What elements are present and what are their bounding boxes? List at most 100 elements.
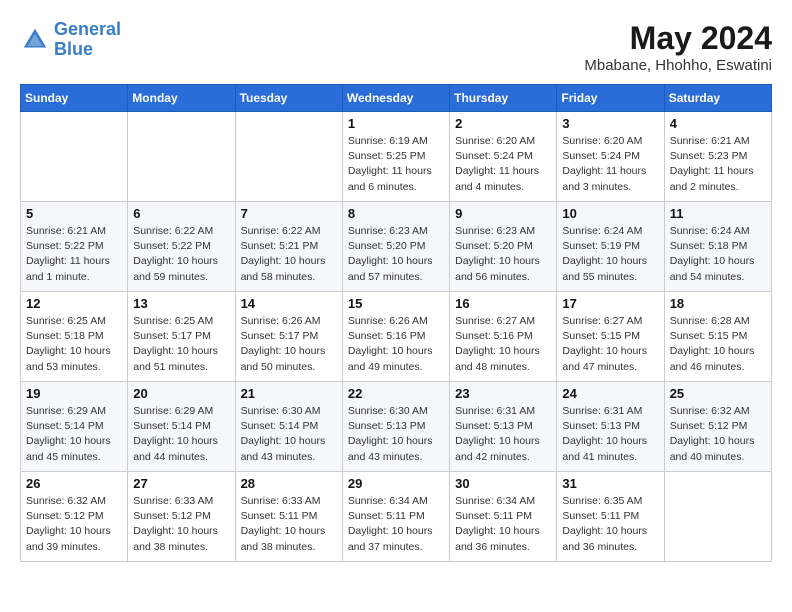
- day-number: 25: [670, 386, 766, 401]
- day-number: 17: [562, 296, 658, 311]
- calendar-cell: 31 Sunrise: 6:35 AM Sunset: 5:11 PM Dayli…: [557, 472, 664, 562]
- day-number: 14: [241, 296, 337, 311]
- day-info: Sunrise: 6:33 AM Sunset: 5:12 PM Dayligh…: [133, 494, 229, 555]
- day-info: Sunrise: 6:20 AM Sunset: 5:24 PM Dayligh…: [562, 134, 658, 195]
- day-number: 18: [670, 296, 766, 311]
- day-number: 24: [562, 386, 658, 401]
- day-info: Sunrise: 6:33 AM Sunset: 5:11 PM Dayligh…: [241, 494, 337, 555]
- calendar-cell: 21 Sunrise: 6:30 AM Sunset: 5:14 PM Dayli…: [235, 382, 342, 472]
- calendar-week-row: 12 Sunrise: 6:25 AM Sunset: 5:18 PM Dayli…: [21, 292, 772, 382]
- calendar-cell: [235, 112, 342, 202]
- day-info: Sunrise: 6:23 AM Sunset: 5:20 PM Dayligh…: [455, 224, 551, 285]
- day-info: Sunrise: 6:25 AM Sunset: 5:18 PM Dayligh…: [26, 314, 122, 375]
- day-number: 19: [26, 386, 122, 401]
- day-info: Sunrise: 6:29 AM Sunset: 5:14 PM Dayligh…: [133, 404, 229, 465]
- day-number: 11: [670, 206, 766, 221]
- day-info: Sunrise: 6:32 AM Sunset: 5:12 PM Dayligh…: [26, 494, 122, 555]
- calendar-cell: 29Sunrise: 6:34 AM Sunset: 5:11 PM Dayli…: [342, 472, 449, 562]
- day-number: 29: [348, 476, 444, 491]
- weekday-header: Monday: [128, 85, 235, 112]
- calendar: SundayMondayTuesdayWednesdayThursdayFrid…: [20, 84, 772, 562]
- day-info: Sunrise: 6:19 AM Sunset: 5:25 PM Dayligh…: [348, 134, 444, 195]
- calendar-cell: 26 Sunrise: 6:32 AM Sunset: 5:12 PM Dayli…: [21, 472, 128, 562]
- location: Mbabane, Hhohho, Eswatini: [584, 57, 772, 74]
- calendar-cell: 19 Sunrise: 6:29 AM Sunset: 5:14 PM Dayli…: [21, 382, 128, 472]
- day-info: Sunrise: 6:30 AM Sunset: 5:14 PM Dayligh…: [241, 404, 337, 465]
- calendar-cell: [664, 472, 771, 562]
- day-info: Sunrise: 6:30 AM Sunset: 5:13 PM Dayligh…: [348, 404, 444, 465]
- day-info: Sunrise: 6:23 AM Sunset: 5:20 PM Dayligh…: [348, 224, 444, 285]
- day-number: 1: [348, 116, 444, 131]
- logo-line1: General: [54, 19, 121, 39]
- day-info: Sunrise: 6:22 AM Sunset: 5:21 PM Dayligh…: [241, 224, 337, 285]
- calendar-cell: 5Sunrise: 6:21 AM Sunset: 5:22 PM Daylig…: [21, 202, 128, 292]
- day-number: 12: [26, 296, 122, 311]
- calendar-cell: 14 Sunrise: 6:26 AM Sunset: 5:17 PM Dayli…: [235, 292, 342, 382]
- day-number: 2: [455, 116, 551, 131]
- weekday-header: Wednesday: [342, 85, 449, 112]
- weekday-header: Sunday: [21, 85, 128, 112]
- calendar-cell: 3Sunrise: 6:20 AM Sunset: 5:24 PM Daylig…: [557, 112, 664, 202]
- day-number: 15: [348, 296, 444, 311]
- day-number: 23: [455, 386, 551, 401]
- calendar-cell: 12 Sunrise: 6:25 AM Sunset: 5:18 PM Dayli…: [21, 292, 128, 382]
- day-info: Sunrise: 6:27 AM Sunset: 5:15 PM Dayligh…: [562, 314, 658, 375]
- calendar-cell: 7 Sunrise: 6:22 AM Sunset: 5:21 PM Daylig…: [235, 202, 342, 292]
- calendar-cell: 24 Sunrise: 6:31 AM Sunset: 5:13 PM Dayli…: [557, 382, 664, 472]
- day-number: 20: [133, 386, 229, 401]
- day-number: 5: [26, 206, 122, 221]
- day-info: Sunrise: 6:22 AM Sunset: 5:22 PM Dayligh…: [133, 224, 229, 285]
- day-number: 13: [133, 296, 229, 311]
- day-info: Sunrise: 6:28 AM Sunset: 5:15 PM Dayligh…: [670, 314, 766, 375]
- day-number: 10: [562, 206, 658, 221]
- calendar-cell: 23 Sunrise: 6:31 AM Sunset: 5:13 PM Dayli…: [450, 382, 557, 472]
- calendar-cell: 28Sunrise: 6:33 AM Sunset: 5:11 PM Dayli…: [235, 472, 342, 562]
- calendar-cell: 9Sunrise: 6:23 AM Sunset: 5:20 PM Daylig…: [450, 202, 557, 292]
- calendar-cell: 22 Sunrise: 6:30 AM Sunset: 5:13 PM Dayli…: [342, 382, 449, 472]
- day-number: 26: [26, 476, 122, 491]
- day-number: 16: [455, 296, 551, 311]
- weekday-header-row: SundayMondayTuesdayWednesdayThursdayFrid…: [21, 85, 772, 112]
- weekday-header: Thursday: [450, 85, 557, 112]
- day-info: Sunrise: 6:20 AM Sunset: 5:24 PM Dayligh…: [455, 134, 551, 195]
- logo-line2: Blue: [54, 40, 121, 60]
- day-number: 22: [348, 386, 444, 401]
- day-number: 8: [348, 206, 444, 221]
- calendar-week-row: 1 Sunrise: 6:19 AM Sunset: 5:25 PM Daylig…: [21, 112, 772, 202]
- calendar-cell: 18 Sunrise: 6:28 AM Sunset: 5:15 PM Dayli…: [664, 292, 771, 382]
- logo-text: General Blue: [54, 20, 121, 60]
- calendar-week-row: 26 Sunrise: 6:32 AM Sunset: 5:12 PM Dayli…: [21, 472, 772, 562]
- day-number: 27: [133, 476, 229, 491]
- calendar-cell: 30 Sunrise: 6:34 AM Sunset: 5:11 PM Dayli…: [450, 472, 557, 562]
- calendar-cell: 16 Sunrise: 6:27 AM Sunset: 5:16 PM Dayli…: [450, 292, 557, 382]
- weekday-header: Friday: [557, 85, 664, 112]
- calendar-week-row: 5Sunrise: 6:21 AM Sunset: 5:22 PM Daylig…: [21, 202, 772, 292]
- day-number: 31: [562, 476, 658, 491]
- day-number: 7: [241, 206, 337, 221]
- logo: General Blue: [20, 20, 121, 60]
- calendar-cell: 2 Sunrise: 6:20 AM Sunset: 5:24 PM Daylig…: [450, 112, 557, 202]
- calendar-cell: 15 Sunrise: 6:26 AM Sunset: 5:16 PM Dayli…: [342, 292, 449, 382]
- day-info: Sunrise: 6:34 AM Sunset: 5:11 PM Dayligh…: [455, 494, 551, 555]
- calendar-week-row: 19 Sunrise: 6:29 AM Sunset: 5:14 PM Dayli…: [21, 382, 772, 472]
- weekday-header: Saturday: [664, 85, 771, 112]
- day-info: Sunrise: 6:31 AM Sunset: 5:13 PM Dayligh…: [562, 404, 658, 465]
- calendar-cell: 17 Sunrise: 6:27 AM Sunset: 5:15 PM Dayli…: [557, 292, 664, 382]
- day-number: 21: [241, 386, 337, 401]
- day-info: Sunrise: 6:27 AM Sunset: 5:16 PM Dayligh…: [455, 314, 551, 375]
- day-info: Sunrise: 6:26 AM Sunset: 5:17 PM Dayligh…: [241, 314, 337, 375]
- calendar-cell: 25Sunrise: 6:32 AM Sunset: 5:12 PM Dayli…: [664, 382, 771, 472]
- calendar-cell: 20 Sunrise: 6:29 AM Sunset: 5:14 PM Dayli…: [128, 382, 235, 472]
- weekday-header: Tuesday: [235, 85, 342, 112]
- calendar-cell: 13 Sunrise: 6:25 AM Sunset: 5:17 PM Dayli…: [128, 292, 235, 382]
- day-info: Sunrise: 6:29 AM Sunset: 5:14 PM Dayligh…: [26, 404, 122, 465]
- day-info: Sunrise: 6:26 AM Sunset: 5:16 PM Dayligh…: [348, 314, 444, 375]
- day-info: Sunrise: 6:24 AM Sunset: 5:18 PM Dayligh…: [670, 224, 766, 285]
- day-info: Sunrise: 6:31 AM Sunset: 5:13 PM Dayligh…: [455, 404, 551, 465]
- calendar-cell: 4Sunrise: 6:21 AM Sunset: 5:23 PM Daylig…: [664, 112, 771, 202]
- day-info: Sunrise: 6:25 AM Sunset: 5:17 PM Dayligh…: [133, 314, 229, 375]
- day-number: 30: [455, 476, 551, 491]
- logo-icon: [20, 25, 50, 55]
- title-area: May 2024 Mbabane, Hhohho, Eswatini: [584, 20, 772, 74]
- day-info: Sunrise: 6:35 AM Sunset: 5:11 PM Dayligh…: [562, 494, 658, 555]
